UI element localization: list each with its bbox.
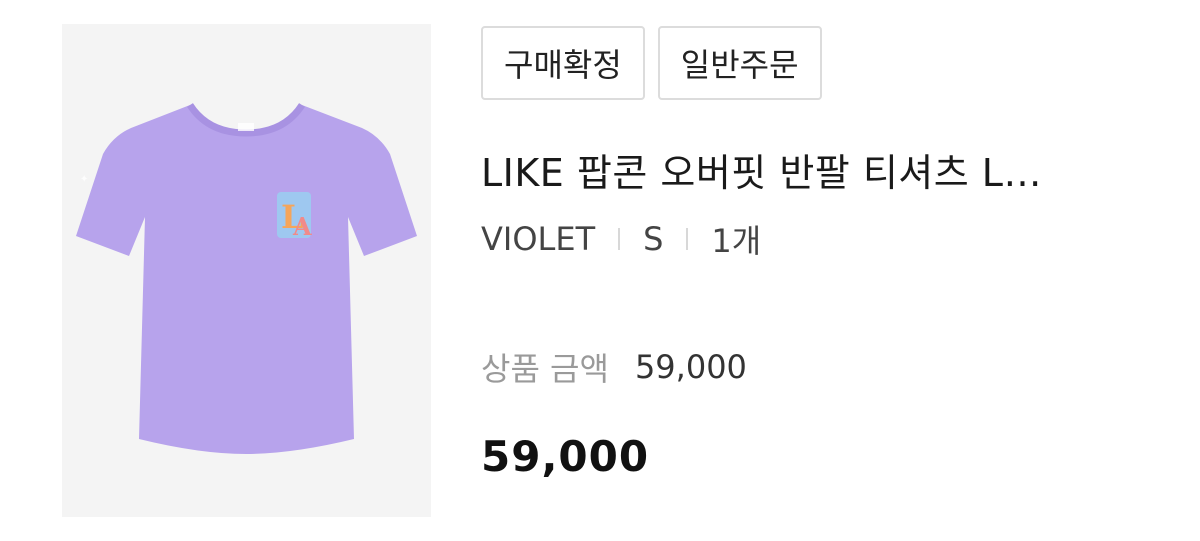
svg-text:✦: ✦	[80, 174, 88, 185]
option-divider	[618, 228, 621, 250]
general-order-badge: 일반주문	[657, 26, 822, 100]
option-color: VIOLET	[481, 220, 596, 258]
status-badges: 구매확정 일반주문	[481, 26, 822, 100]
product-image[interactable]: L A ✦	[62, 24, 431, 517]
svg-text:A: A	[292, 212, 312, 241]
price-value: 59,000	[634, 348, 747, 386]
option-quantity: 1개	[711, 222, 762, 260]
option-divider	[686, 228, 689, 250]
product-title[interactable]: LIKE 팝콘 오버핏 반팔 티셔츠 L…	[481, 142, 1121, 197]
total-price: 59,000	[481, 432, 650, 481]
product-options: VIOLET S 1개	[481, 216, 761, 262]
product-price-row: 상품 금액 59,000	[481, 344, 747, 390]
order-item-card[interactable]: L A ✦ 구매확정 일반주문 LIKE 팝콘 오버핏 반팔 티셔츠 L… VI…	[0, 0, 1200, 541]
price-label: 상품 금액	[481, 350, 609, 388]
purchase-confirmed-badge: 구매확정	[481, 26, 645, 100]
la-logo: L A	[277, 192, 312, 241]
option-size: S	[643, 220, 664, 258]
